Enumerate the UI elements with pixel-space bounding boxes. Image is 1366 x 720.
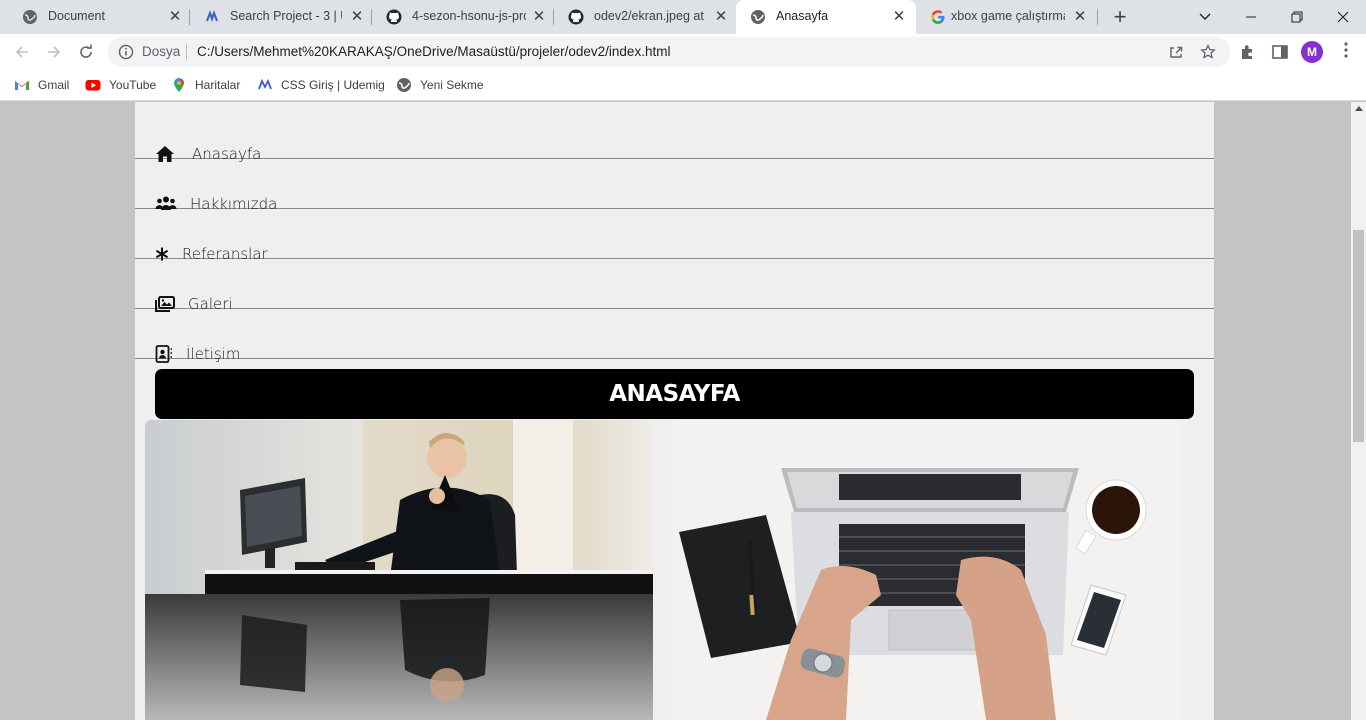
scroll-up-icon[interactable] bbox=[1355, 106, 1363, 111]
youtube-icon bbox=[85, 80, 101, 91]
page-title-banner: ANASAYFA bbox=[155, 369, 1194, 419]
tab-title: xbox game çalıştırma bbox=[951, 9, 1065, 23]
reload-icon bbox=[80, 44, 92, 58]
side-panel-icon[interactable] bbox=[1271, 43, 1289, 61]
nav-item-iletisim[interactable]: İletişim bbox=[135, 309, 1214, 363]
tab-document[interactable]: Document ✕ bbox=[8, 0, 190, 34]
page-viewport: Anasayfa Hakkımızda Referanslar Galeri İ… bbox=[0, 102, 1351, 720]
url-text[interactable]: C:/Users/Mehmet%20KARAKAŞ/OneDrive/Masaü… bbox=[197, 44, 670, 59]
hands-typing-laptop-photo bbox=[671, 420, 1182, 720]
address-bar[interactable]: Dosya C:/Users/Mehmet%20KARAKAŞ/OneDrive… bbox=[108, 37, 1230, 67]
close-icon[interactable]: ✕ bbox=[530, 8, 548, 26]
scheme-label: Dosya bbox=[142, 44, 181, 59]
nav-label: İletişim bbox=[186, 345, 241, 363]
tab-title: Document bbox=[48, 9, 105, 23]
tab-search-project[interactable]: Search Project - 3 | Ud ✕ bbox=[190, 0, 372, 34]
close-icon[interactable]: ✕ bbox=[1071, 8, 1089, 26]
share-icon[interactable] bbox=[1168, 44, 1184, 60]
more-vert-icon bbox=[1344, 42, 1348, 58]
restore-button[interactable] bbox=[1274, 0, 1320, 34]
nav-item-hakkimizda[interactable]: Hakkımızda bbox=[135, 159, 1214, 213]
tab-title: 4-sezon-hsonu-js-proj bbox=[412, 9, 526, 23]
page-container: Anasayfa Hakkımızda Referanslar Galeri İ… bbox=[135, 102, 1214, 720]
bookmark-label: Haritalar bbox=[195, 78, 241, 92]
contact-icon bbox=[155, 345, 172, 363]
tab-anasayfa[interactable]: Anasayfa ✕ bbox=[736, 0, 916, 34]
globe-icon bbox=[751, 10, 765, 24]
back-button[interactable] bbox=[8, 38, 36, 66]
extensions-icon[interactable] bbox=[1239, 43, 1257, 61]
page-scrollbar[interactable] bbox=[1351, 102, 1366, 720]
github-icon bbox=[386, 9, 402, 25]
globe-icon bbox=[397, 78, 411, 92]
nav-item-galeri[interactable]: Galeri bbox=[135, 259, 1214, 313]
bookmark-label: Yeni Sekme bbox=[420, 78, 484, 92]
chevron-down-icon bbox=[1199, 13, 1211, 20]
globe-icon bbox=[23, 10, 37, 24]
bookmark-label: CSS Giriş | Udemig bbox=[281, 78, 385, 92]
bookmark-label: Gmail bbox=[38, 78, 70, 92]
close-icon[interactable]: ✕ bbox=[348, 8, 366, 26]
bookmark-youtube[interactable]: YouTube bbox=[85, 76, 156, 94]
tab-github-repo[interactable]: 4-sezon-hsonu-js-proj ✕ bbox=[372, 0, 554, 34]
tab-title: Anasayfa bbox=[776, 9, 829, 23]
bookmarks-bar: Gmail YouTube Haritalar CSS Giriş | Udem… bbox=[0, 70, 1366, 101]
info-icon[interactable] bbox=[118, 44, 134, 60]
new-tab-button[interactable]: + bbox=[1108, 5, 1132, 29]
profile-avatar[interactable]: M bbox=[1301, 41, 1323, 63]
tab-separator bbox=[1097, 9, 1098, 25]
close-icon[interactable]: ✕ bbox=[712, 8, 730, 26]
bookmark-label: YouTube bbox=[109, 78, 157, 92]
browser-menu-button[interactable] bbox=[1336, 42, 1356, 62]
close-icon[interactable]: ✕ bbox=[890, 8, 908, 26]
businessman-at-computer-photo bbox=[145, 420, 653, 720]
tab-title: odev2/ekran.jpeg at m bbox=[594, 9, 708, 23]
nav-item-referanslar[interactable]: Referanslar bbox=[135, 209, 1214, 263]
close-icon[interactable]: ✕ bbox=[166, 8, 184, 26]
bookmark-maps[interactable]: Haritalar bbox=[171, 76, 240, 94]
browser-toolbar: Dosya C:/Users/Mehmet%20KARAKAŞ/OneDrive… bbox=[0, 34, 1366, 70]
arrow-left-icon bbox=[15, 46, 28, 58]
close-window-button[interactable] bbox=[1320, 0, 1366, 34]
maps-icon bbox=[174, 78, 184, 92]
tab-github-image[interactable]: odev2/ekran.jpeg at m ✕ bbox=[554, 0, 736, 34]
restore-icon bbox=[1291, 11, 1303, 23]
gmail-icon bbox=[15, 81, 29, 90]
tab-title: Search Project - 3 | Ud bbox=[230, 9, 342, 23]
bookmark-gmail[interactable]: Gmail bbox=[14, 76, 69, 94]
tab-search-button[interactable] bbox=[1182, 0, 1228, 34]
scrollbar-thumb[interactable] bbox=[1353, 230, 1364, 442]
omnibox-divider bbox=[186, 44, 187, 60]
minimize-icon bbox=[1246, 16, 1256, 18]
google-icon bbox=[931, 10, 945, 24]
forward-button[interactable] bbox=[40, 38, 68, 66]
arrow-right-icon bbox=[48, 46, 61, 58]
bookmark-udemig[interactable]: CSS Giriş | Udemig bbox=[257, 76, 385, 94]
minimize-button[interactable] bbox=[1228, 0, 1274, 34]
udemig-icon bbox=[206, 10, 218, 23]
udemig-icon bbox=[258, 78, 272, 90]
nav-item-anasayfa[interactable]: Anasayfa bbox=[135, 109, 1214, 163]
tab-google-search[interactable]: xbox game çalıştırma ✕ bbox=[916, 0, 1098, 34]
close-icon bbox=[1337, 11, 1349, 23]
reload-button[interactable] bbox=[72, 38, 100, 66]
tab-strip: Document ✕ Search Project - 3 | Ud ✕ 4-s… bbox=[0, 0, 1366, 34]
github-icon bbox=[568, 9, 584, 25]
star-icon[interactable] bbox=[1200, 44, 1216, 60]
bookmark-new-tab[interactable]: Yeni Sekme bbox=[396, 76, 484, 94]
